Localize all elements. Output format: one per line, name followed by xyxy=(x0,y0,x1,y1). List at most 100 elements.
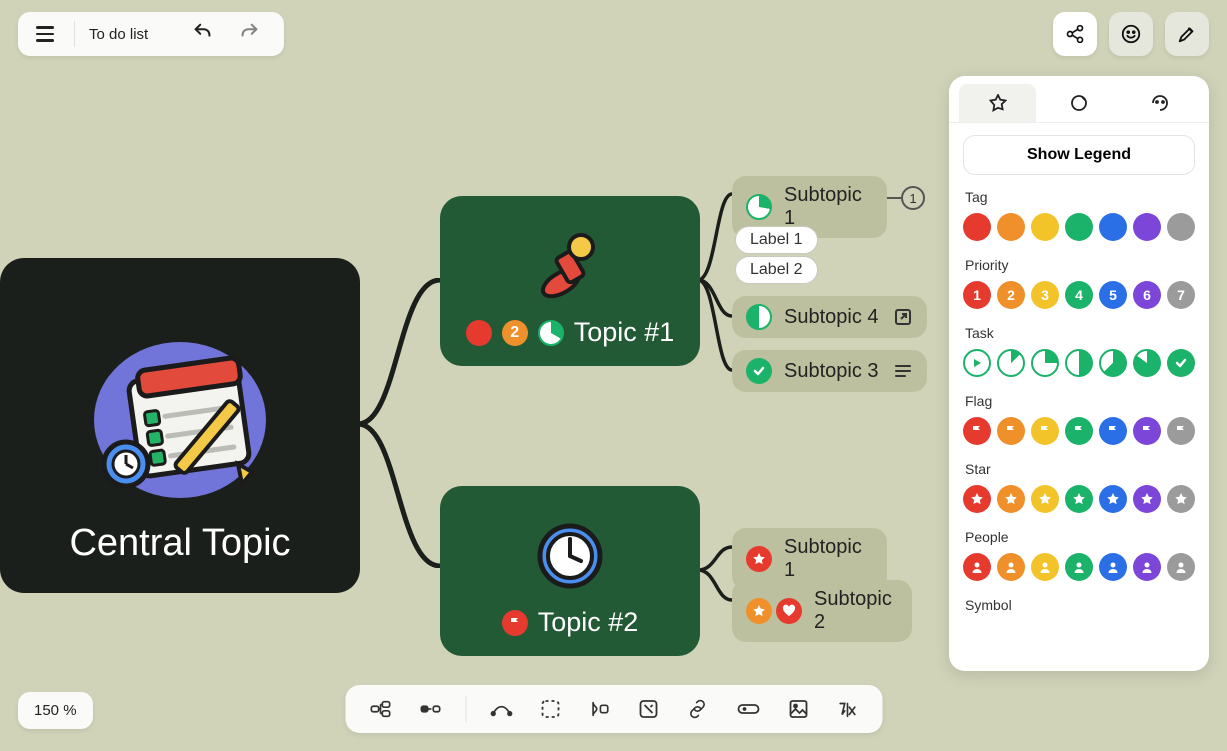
tag-swatch-1[interactable] xyxy=(997,213,1025,241)
connector-central xyxy=(358,278,443,568)
task-half-icon xyxy=(746,304,772,330)
topright-bar xyxy=(1053,12,1209,56)
flag-red-icon xyxy=(502,610,528,636)
swatch-task-12[interactable] xyxy=(997,349,1025,377)
priority-swatch-5[interactable]: 5 xyxy=(1099,281,1127,309)
tag-swatch-6[interactable] xyxy=(1167,213,1195,241)
people-swatch-3[interactable] xyxy=(1065,553,1093,581)
people-swatch-2[interactable] xyxy=(1031,553,1059,581)
note-icon[interactable] xyxy=(893,363,913,379)
priority-swatch-2[interactable]: 2 xyxy=(997,281,1025,309)
undo-button[interactable] xyxy=(184,15,222,54)
row-people xyxy=(963,553,1195,581)
tag-swatch-0[interactable] xyxy=(963,213,991,241)
topic-node-1[interactable]: 2 Topic #1 xyxy=(440,196,700,366)
subtopic-node-4[interactable]: Subtopic 4 xyxy=(732,296,927,338)
note-button[interactable] xyxy=(628,693,668,725)
row-priority: 1234567 xyxy=(963,281,1195,309)
star-swatch-1[interactable] xyxy=(997,485,1025,513)
boundary-button[interactable] xyxy=(530,693,570,725)
people-swatch-6[interactable] xyxy=(1167,553,1195,581)
star-swatch-0[interactable] xyxy=(963,485,991,513)
zoom-indicator[interactable]: 150 % xyxy=(18,692,93,729)
priority-swatch-4[interactable]: 4 xyxy=(1065,281,1093,309)
flag-swatch-1[interactable] xyxy=(997,417,1025,445)
swatch-task-done[interactable] xyxy=(1167,349,1195,377)
tag-swatch-3[interactable] xyxy=(1065,213,1093,241)
star-swatch-4[interactable] xyxy=(1099,485,1127,513)
subtopic-title: Subtopic 1 xyxy=(784,184,873,230)
flag-swatch-3[interactable] xyxy=(1065,417,1093,445)
swatch-task-62[interactable] xyxy=(1099,349,1127,377)
star-swatch-2[interactable] xyxy=(1031,485,1059,513)
subtopic-node-3[interactable]: Subtopic 3 xyxy=(732,350,927,392)
star-swatch-5[interactable] xyxy=(1133,485,1161,513)
summary-button[interactable] xyxy=(578,694,620,724)
panel-body: Show Legend Tag Priority 1234567 Task Fl… xyxy=(949,123,1209,671)
topic-title: Topic #1 xyxy=(574,317,675,348)
swatch-task-25[interactable] xyxy=(1031,349,1059,377)
image-button[interactable] xyxy=(778,693,818,725)
divider xyxy=(74,21,75,47)
people-swatch-0[interactable] xyxy=(963,553,991,581)
swatch-task-85[interactable] xyxy=(1133,349,1161,377)
attachment-button[interactable] xyxy=(726,695,770,723)
tag-swatch-2[interactable] xyxy=(1031,213,1059,241)
menu-button[interactable] xyxy=(30,20,60,48)
label-chip-1[interactable]: Label 1 xyxy=(735,226,818,254)
star-swatch-3[interactable] xyxy=(1065,485,1093,513)
label-chip-2[interactable]: Label 2 xyxy=(735,256,818,284)
tab-illustrations[interactable] xyxy=(1122,84,1199,122)
section-tag-title: Tag xyxy=(965,189,1195,205)
flag-swatch-2[interactable] xyxy=(1031,417,1059,445)
subtopic-title: Subtopic 4 xyxy=(784,306,879,329)
flag-swatch-6[interactable] xyxy=(1167,417,1195,445)
priority-swatch-6[interactable]: 6 xyxy=(1133,281,1161,309)
people-swatch-4[interactable] xyxy=(1099,553,1127,581)
priority-swatch-7[interactable]: 7 xyxy=(1167,281,1195,309)
section-symbol-title: Symbol xyxy=(965,597,1195,613)
tab-markers[interactable] xyxy=(959,84,1036,122)
tag-swatch-4[interactable] xyxy=(1099,213,1127,241)
swatch-task-50[interactable] xyxy=(1065,349,1093,377)
redo-button[interactable] xyxy=(230,15,268,54)
flag-swatch-0[interactable] xyxy=(963,417,991,445)
connector-topic1 xyxy=(698,192,734,392)
task-progress-icon xyxy=(746,194,772,220)
tag-swatch-5[interactable] xyxy=(1133,213,1161,241)
people-swatch-5[interactable] xyxy=(1133,553,1161,581)
heart-red-icon xyxy=(776,598,802,624)
style-button[interactable] xyxy=(1165,12,1209,56)
star-orange-icon xyxy=(746,598,772,624)
show-legend-button[interactable]: Show Legend xyxy=(963,135,1195,175)
swatch-task-start[interactable] xyxy=(963,349,991,377)
topic-node-2[interactable]: Topic #2 xyxy=(440,486,700,656)
priority-swatch-3[interactable]: 3 xyxy=(1031,281,1059,309)
divider xyxy=(465,696,466,722)
share-button[interactable] xyxy=(1053,12,1097,56)
flag-swatch-4[interactable] xyxy=(1099,417,1127,445)
stickers-button[interactable] xyxy=(1109,12,1153,56)
subtopic-node-6[interactable]: Subtopic 2 xyxy=(732,580,912,642)
child-count-badge[interactable]: 1 xyxy=(901,186,925,210)
external-link-icon[interactable] xyxy=(893,307,913,327)
section-flag-title: Flag xyxy=(965,393,1195,409)
central-topic-title: Central Topic xyxy=(69,522,290,565)
topic1-art xyxy=(531,227,609,305)
document-title[interactable]: To do list xyxy=(89,26,176,43)
link-button[interactable] xyxy=(676,693,718,725)
add-child-button[interactable] xyxy=(359,693,401,725)
connector-topic2 xyxy=(698,545,734,625)
equation-button[interactable] xyxy=(826,693,868,725)
tab-stickers[interactable] xyxy=(1040,84,1117,122)
star-red-icon xyxy=(746,546,772,572)
star-swatch-6[interactable] xyxy=(1167,485,1195,513)
connection-button[interactable] xyxy=(480,695,522,723)
central-topic-node[interactable]: Central Topic xyxy=(0,258,360,593)
row-task xyxy=(963,349,1195,377)
priority-swatch-1[interactable]: 1 xyxy=(963,281,991,309)
people-swatch-1[interactable] xyxy=(997,553,1025,581)
add-sibling-button[interactable] xyxy=(409,696,451,722)
row-star xyxy=(963,485,1195,513)
flag-swatch-5[interactable] xyxy=(1133,417,1161,445)
